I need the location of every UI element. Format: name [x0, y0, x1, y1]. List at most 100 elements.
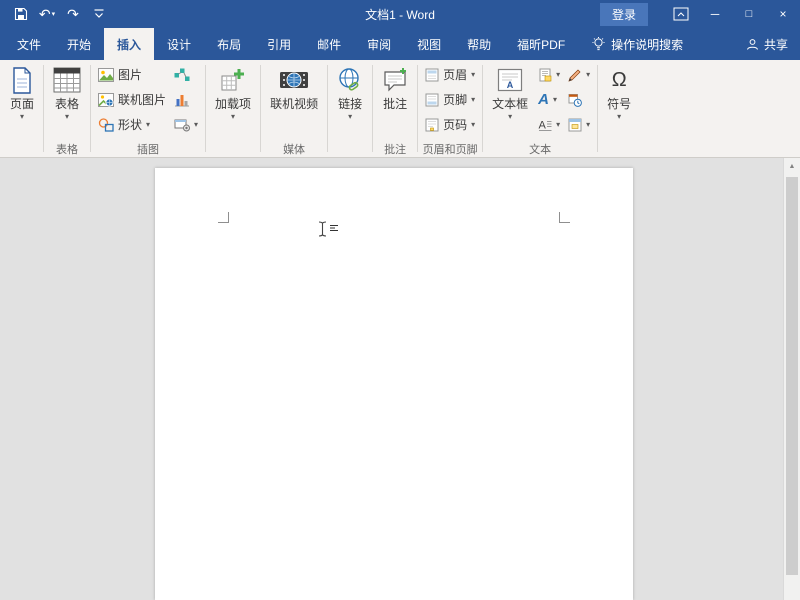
maximize-button[interactable]: □	[732, 0, 766, 28]
pictures-button[interactable]: 图片	[94, 62, 170, 87]
group-table: 表格 ▾ 表格	[45, 61, 89, 157]
tab-mailings[interactable]: 邮件	[304, 28, 354, 60]
object-button[interactable]: ▾	[564, 112, 594, 137]
group-illustrations-label: 插图	[94, 140, 202, 157]
tab-design[interactable]: 设计	[154, 28, 204, 60]
minimize-button[interactable]: ─	[698, 0, 732, 28]
word-window: ↶▾ ↷ 文档1 - Word 登录 ─ □ × 文件 开始 插入 设计 布局 …	[0, 0, 800, 600]
wordart-button[interactable]: A ▾	[534, 87, 564, 112]
drop-cap-icon: A	[538, 118, 552, 132]
shapes-dropdown-icon: ▾	[146, 121, 150, 129]
group-text: A 文本框 ▾ ▾ A ▾ A ▾	[484, 61, 596, 157]
footer-dropdown-icon: ▾	[471, 96, 475, 104]
symbol-button[interactable]: Ω 符号 ▾	[601, 62, 637, 121]
symbol-dropdown-icon: ▾	[617, 113, 621, 121]
links-button-label: 链接	[338, 97, 362, 111]
shapes-label: 形状	[118, 116, 142, 133]
tell-me-search[interactable]: 操作说明搜索	[592, 28, 683, 60]
scrollbar-thumb[interactable]	[786, 177, 798, 575]
tab-foxit-pdf[interactable]: 福昕PDF	[504, 28, 578, 60]
save-button[interactable]	[8, 3, 34, 25]
textbox-button-label: 文本框	[492, 97, 528, 111]
links-dropdown-icon: ▾	[348, 113, 352, 121]
header-label: 页眉	[443, 66, 467, 83]
drop-cap-button[interactable]: A ▾	[534, 112, 564, 137]
customize-qat-icon	[93, 9, 105, 19]
vertical-scrollbar[interactable]: ▲	[783, 158, 800, 600]
ribbon-display-options-button[interactable]	[664, 0, 698, 28]
textbox-button[interactable]: A 文本框 ▾	[486, 62, 534, 121]
tab-help[interactable]: 帮助	[454, 28, 504, 60]
pages-button-label: 页面	[10, 97, 34, 111]
group-text-label: 文本	[486, 140, 594, 157]
svg-text:A: A	[539, 119, 547, 131]
sign-in-button[interactable]: 登录	[600, 3, 648, 26]
screenshot-icon	[174, 118, 190, 132]
tab-references[interactable]: 引用	[254, 28, 304, 60]
pages-button[interactable]: 页面 ▾	[4, 62, 40, 121]
ribbon-tab-bar: 文件 开始 插入 设计 布局 引用 邮件 审阅 视图 帮助 福昕PDF 操作说明…	[0, 28, 800, 60]
save-icon	[14, 7, 28, 21]
header-dropdown-icon: ▾	[471, 71, 475, 79]
redo-button[interactable]: ↷	[60, 3, 86, 25]
window-controls: 登录 ─ □ ×	[600, 0, 800, 28]
group-separator	[597, 65, 598, 152]
group-separator	[372, 65, 373, 152]
header-button[interactable]: 页眉 ▾	[421, 62, 479, 87]
online-pictures-label: 联机图片	[118, 91, 166, 108]
footer-label: 页脚	[443, 91, 467, 108]
shapes-button[interactable]: 形状 ▾	[94, 112, 170, 137]
footer-icon	[425, 93, 439, 107]
person-icon	[746, 38, 759, 51]
close-button[interactable]: ×	[766, 0, 800, 28]
quick-parts-button[interactable]: ▾	[534, 62, 564, 87]
quick-access-toolbar: ↶▾ ↷	[0, 3, 112, 25]
wordart-dropdown-icon: ▾	[553, 96, 557, 104]
symbol-button-label: 符号	[607, 97, 631, 111]
smartart-button[interactable]	[170, 62, 202, 87]
chart-button[interactable]	[170, 87, 202, 112]
online-video-button[interactable]: 联机视频	[264, 62, 324, 111]
group-media: 联机视频 媒体	[262, 61, 326, 157]
link-globe-icon	[337, 65, 363, 95]
page-number-button[interactable]: 页码 ▾	[421, 112, 479, 137]
comment-button[interactable]: 批注	[376, 62, 414, 111]
addins-button[interactable]: 加载项 ▾	[209, 62, 257, 121]
table-button[interactable]: 表格 ▾	[47, 62, 87, 121]
redo-icon: ↷	[67, 6, 79, 23]
group-symbols-label	[601, 140, 637, 157]
online-pictures-button[interactable]: 联机图片	[94, 87, 170, 112]
qat-customize-button[interactable]	[86, 3, 112, 25]
tab-home[interactable]: 开始	[54, 28, 104, 60]
scroll-up-button[interactable]: ▲	[784, 158, 800, 175]
textbox-icon: A	[497, 65, 523, 95]
share-button[interactable]: 共享	[746, 28, 788, 60]
undo-button[interactable]: ↶▾	[34, 3, 60, 25]
omega-icon: Ω	[612, 65, 627, 95]
page-number-dropdown-icon: ▾	[471, 121, 475, 129]
tab-file[interactable]: 文件	[4, 28, 54, 60]
group-header-footer-label: 页眉和页脚	[421, 140, 479, 157]
screenshot-button[interactable]: ▾	[170, 112, 202, 137]
document-page[interactable]	[155, 168, 633, 600]
links-button[interactable]: 链接 ▾	[331, 62, 369, 121]
tab-review[interactable]: 审阅	[354, 28, 404, 60]
group-comments: 批注 批注	[374, 61, 416, 157]
header-icon	[425, 68, 439, 82]
group-pages-label	[4, 140, 40, 157]
group-pages: 页面 ▾	[2, 61, 42, 157]
tab-view[interactable]: 视图	[404, 28, 454, 60]
object-dropdown-icon: ▾	[586, 121, 590, 129]
tab-insert[interactable]: 插入	[104, 28, 154, 60]
margin-crop-mark-right	[559, 212, 570, 223]
signature-line-button[interactable]: ▾	[564, 62, 594, 87]
group-links: 链接 ▾	[329, 61, 371, 157]
ribbon-display-options-icon	[673, 7, 689, 21]
tab-layout[interactable]: 布局	[204, 28, 254, 60]
group-header-footer: 页眉 ▾ 页脚 ▾ 页码 ▾ 页眉和页脚	[419, 61, 481, 157]
date-time-icon	[568, 93, 582, 107]
footer-button[interactable]: 页脚 ▾	[421, 87, 479, 112]
group-separator	[205, 65, 206, 152]
date-time-button[interactable]	[564, 87, 594, 112]
group-separator	[90, 65, 91, 152]
